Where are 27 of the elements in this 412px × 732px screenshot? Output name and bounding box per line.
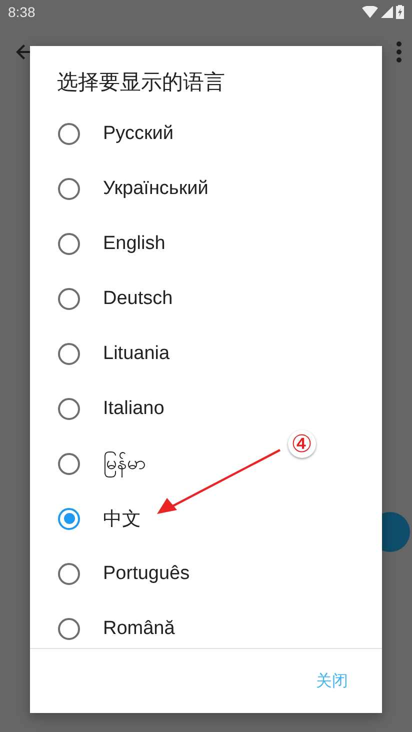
radio-button[interactable]: [58, 178, 80, 200]
battery-icon: [396, 5, 404, 19]
signal-icon: [381, 6, 393, 18]
language-option[interactable]: Português: [103, 562, 190, 584]
dialog-title: 选择要显示的语言: [56, 70, 226, 96]
radio-button[interactable]: [58, 452, 80, 474]
status-time: 8:38: [8, 4, 36, 20]
language-option[interactable]: English: [103, 232, 166, 254]
radio-button[interactable]: [58, 232, 80, 254]
language-option[interactable]: 中文: [103, 506, 141, 532]
language-option[interactable]: Italiano: [103, 398, 164, 420]
more-options-icon[interactable]: [396, 41, 402, 63]
radio-button[interactable]: [58, 562, 80, 584]
radio-button[interactable]: [58, 618, 80, 640]
radio-button[interactable]: [58, 288, 80, 310]
radio-button[interactable]: [58, 508, 80, 530]
language-option[interactable]: Русский: [103, 122, 174, 144]
back-arrow-icon[interactable]: [16, 44, 32, 60]
language-option[interactable]: Lituania: [103, 342, 170, 364]
radio-button[interactable]: [58, 122, 80, 144]
radio-button[interactable]: [58, 398, 80, 420]
language-option[interactable]: Română: [103, 618, 175, 640]
wifi-icon: [362, 6, 378, 18]
language-option[interactable]: Deutsch: [103, 288, 173, 310]
radio-button[interactable]: [58, 342, 80, 364]
language-option[interactable]: မြန်မာ: [103, 450, 146, 478]
language-option[interactable]: Український: [103, 178, 208, 200]
